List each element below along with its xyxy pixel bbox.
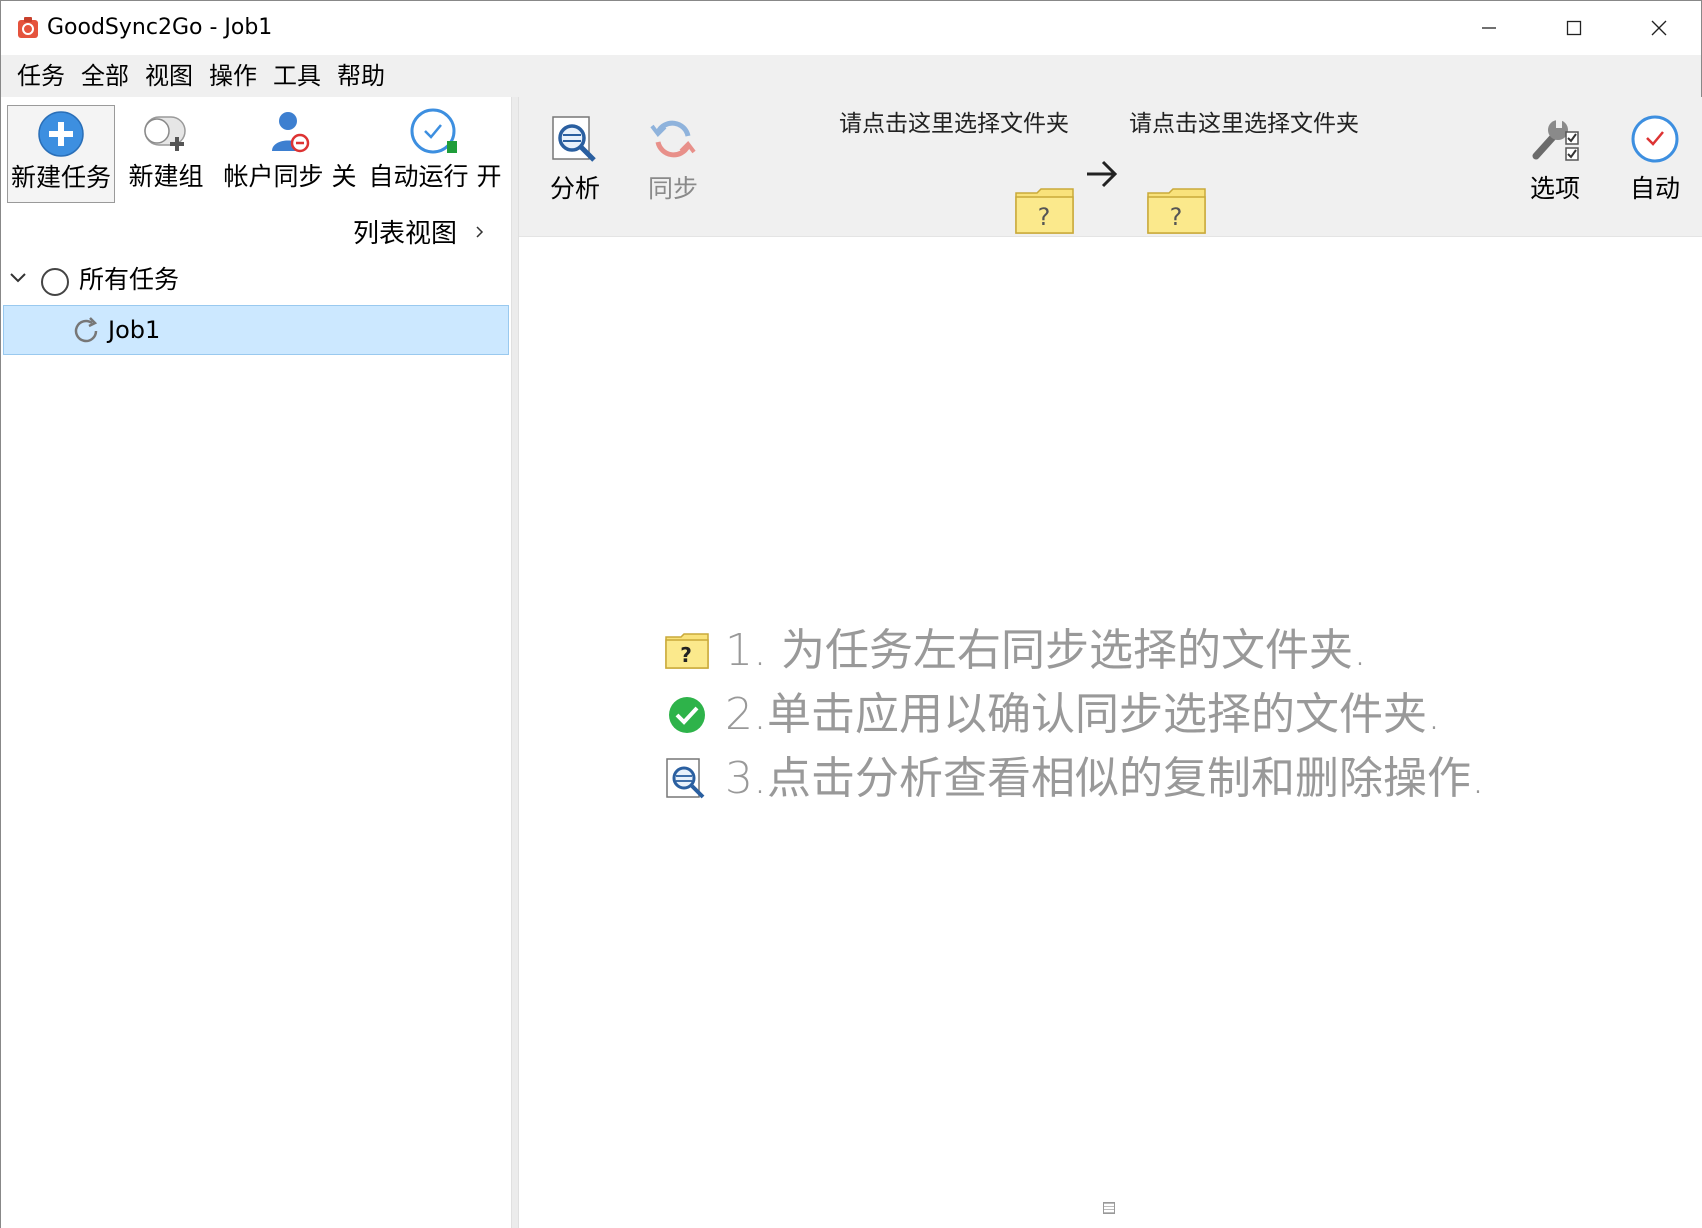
new-group-label: 新建组 — [128, 162, 204, 191]
step-2-text: 2.单击应用以确认同步选择的文件夹. — [725, 689, 1441, 740]
user-sync-icon — [266, 105, 314, 161]
left-folder-selector[interactable]: 请点击这里选择文件夹 ? — [839, 109, 1079, 234]
main-content: ? 1. 为任务左右同步选择的文件夹. 2.单击应用以确认同步选择的文件夹. 3… — [519, 237, 1702, 1228]
add-group-icon — [141, 105, 191, 161]
sync-job-icon — [70, 315, 102, 351]
svg-text:?: ? — [680, 643, 692, 667]
account-sync-button[interactable]: 帐户同步 关 — [221, 105, 359, 203]
job-toolbar: 分析 同步 请点击这里选择文件夹 ? 请点击这里选择文件夹 ? 选项 自动 — [519, 97, 1702, 237]
jobs-pane: 新建任务 新建组 帐户同步 关 自动运行 开 列表视图 所有任务 Job1 — [1, 97, 511, 1228]
auto-run-button[interactable]: 自动运行 开 — [365, 105, 505, 203]
clock-icon — [409, 105, 461, 161]
menu-help[interactable]: 帮助 — [329, 56, 393, 96]
step-apply: 2.单击应用以确认同步选择的文件夹. — [663, 685, 1441, 745]
left-toolbar: 新建任务 新建组 帐户同步 关 自动运行 开 — [1, 97, 511, 209]
plus-circle-icon — [37, 106, 85, 162]
menu-bar: 任务 全部 视图 操作 工具 帮助 — [1, 55, 1701, 97]
menu-job[interactable]: 任务 — [9, 56, 73, 96]
new-job-label: 新建任务 — [10, 163, 111, 192]
wrench-checklist-icon — [1530, 111, 1580, 167]
analyze-label: 分析 — [549, 174, 600, 203]
list-view-label: 列表视图 — [353, 219, 458, 249]
account-sync-label: 帐户同步 关 — [223, 162, 357, 191]
chevron-right-icon — [475, 217, 485, 251]
magnifier-icon — [663, 755, 711, 803]
new-group-button[interactable]: 新建组 — [123, 105, 209, 203]
group-circle-icon — [41, 268, 69, 296]
question-folder-icon[interactable]: ? — [1147, 187, 1207, 239]
auto-button[interactable]: 自动 — [1619, 111, 1691, 205]
left-folder-hint: 请点击这里选择文件夹 — [839, 111, 1069, 137]
tree-item-all-jobs[interactable]: 所有任务 — [1, 259, 511, 303]
green-check-icon — [663, 691, 711, 739]
step-analyze: 3.点击分析查看相似的复制和删除操作. — [663, 749, 1485, 809]
close-button[interactable] — [1619, 1, 1699, 55]
new-job-button[interactable]: 新建任务 — [7, 105, 115, 203]
job-label: Job1 — [108, 316, 161, 344]
svg-text:?: ? — [1038, 203, 1051, 231]
pane-splitter[interactable] — [511, 97, 519, 1228]
title-bar: GoodSync2Go - Job1 — [1, 1, 1701, 55]
step-select-folders: ? 1. 为任务左右同步选择的文件夹. — [663, 621, 1367, 681]
maximize-button[interactable] — [1534, 1, 1614, 55]
clock-icon — [1630, 111, 1680, 167]
svg-text:?: ? — [1170, 203, 1183, 231]
chevron-down-icon[interactable] — [9, 269, 27, 291]
menu-all[interactable]: 全部 — [73, 56, 137, 96]
options-button[interactable]: 选项 — [1519, 111, 1591, 205]
step-1-text: 1. 为任务左右同步选择的文件夹. — [725, 625, 1367, 676]
magnifier-icon — [550, 111, 600, 167]
minimize-button[interactable] — [1449, 1, 1529, 55]
menu-action[interactable]: 操作 — [201, 56, 265, 96]
menu-view[interactable]: 视图 — [137, 56, 201, 96]
auto-run-label: 自动运行 开 — [368, 162, 502, 191]
right-folder-hint: 请点击这里选择文件夹 — [1129, 111, 1359, 137]
tree-item-job1[interactable]: Job1 — [3, 305, 509, 355]
sync-arrows-icon — [648, 111, 698, 167]
sync-button[interactable]: 同步 — [637, 111, 709, 205]
app-window: GoodSync2Go - Job1 任务 全部 视图 操作 工具 帮助 新建任… — [0, 0, 1702, 1228]
question-folder-icon[interactable]: ? — [1015, 187, 1075, 239]
resize-grip[interactable] — [1103, 1202, 1115, 1214]
menu-tools[interactable]: 工具 — [265, 56, 329, 96]
options-label: 选项 — [1529, 174, 1580, 203]
analyze-button[interactable]: 分析 — [539, 111, 611, 205]
list-view-toggle[interactable]: 列表视图 — [353, 217, 485, 251]
question-folder-icon: ? — [663, 627, 711, 675]
window-title: GoodSync2Go - Job1 — [47, 15, 273, 40]
step-3-text: 3.点击分析查看相似的复制和删除操作. — [725, 753, 1485, 804]
arrow-right-icon — [1085, 159, 1119, 193]
tree-root-label: 所有任务 — [79, 265, 180, 294]
app-icon — [17, 17, 39, 39]
right-folder-selector[interactable]: 请点击这里选择文件夹 ? — [1129, 109, 1369, 234]
sync-label: 同步 — [647, 174, 698, 203]
auto-label: 自动 — [1629, 174, 1680, 203]
